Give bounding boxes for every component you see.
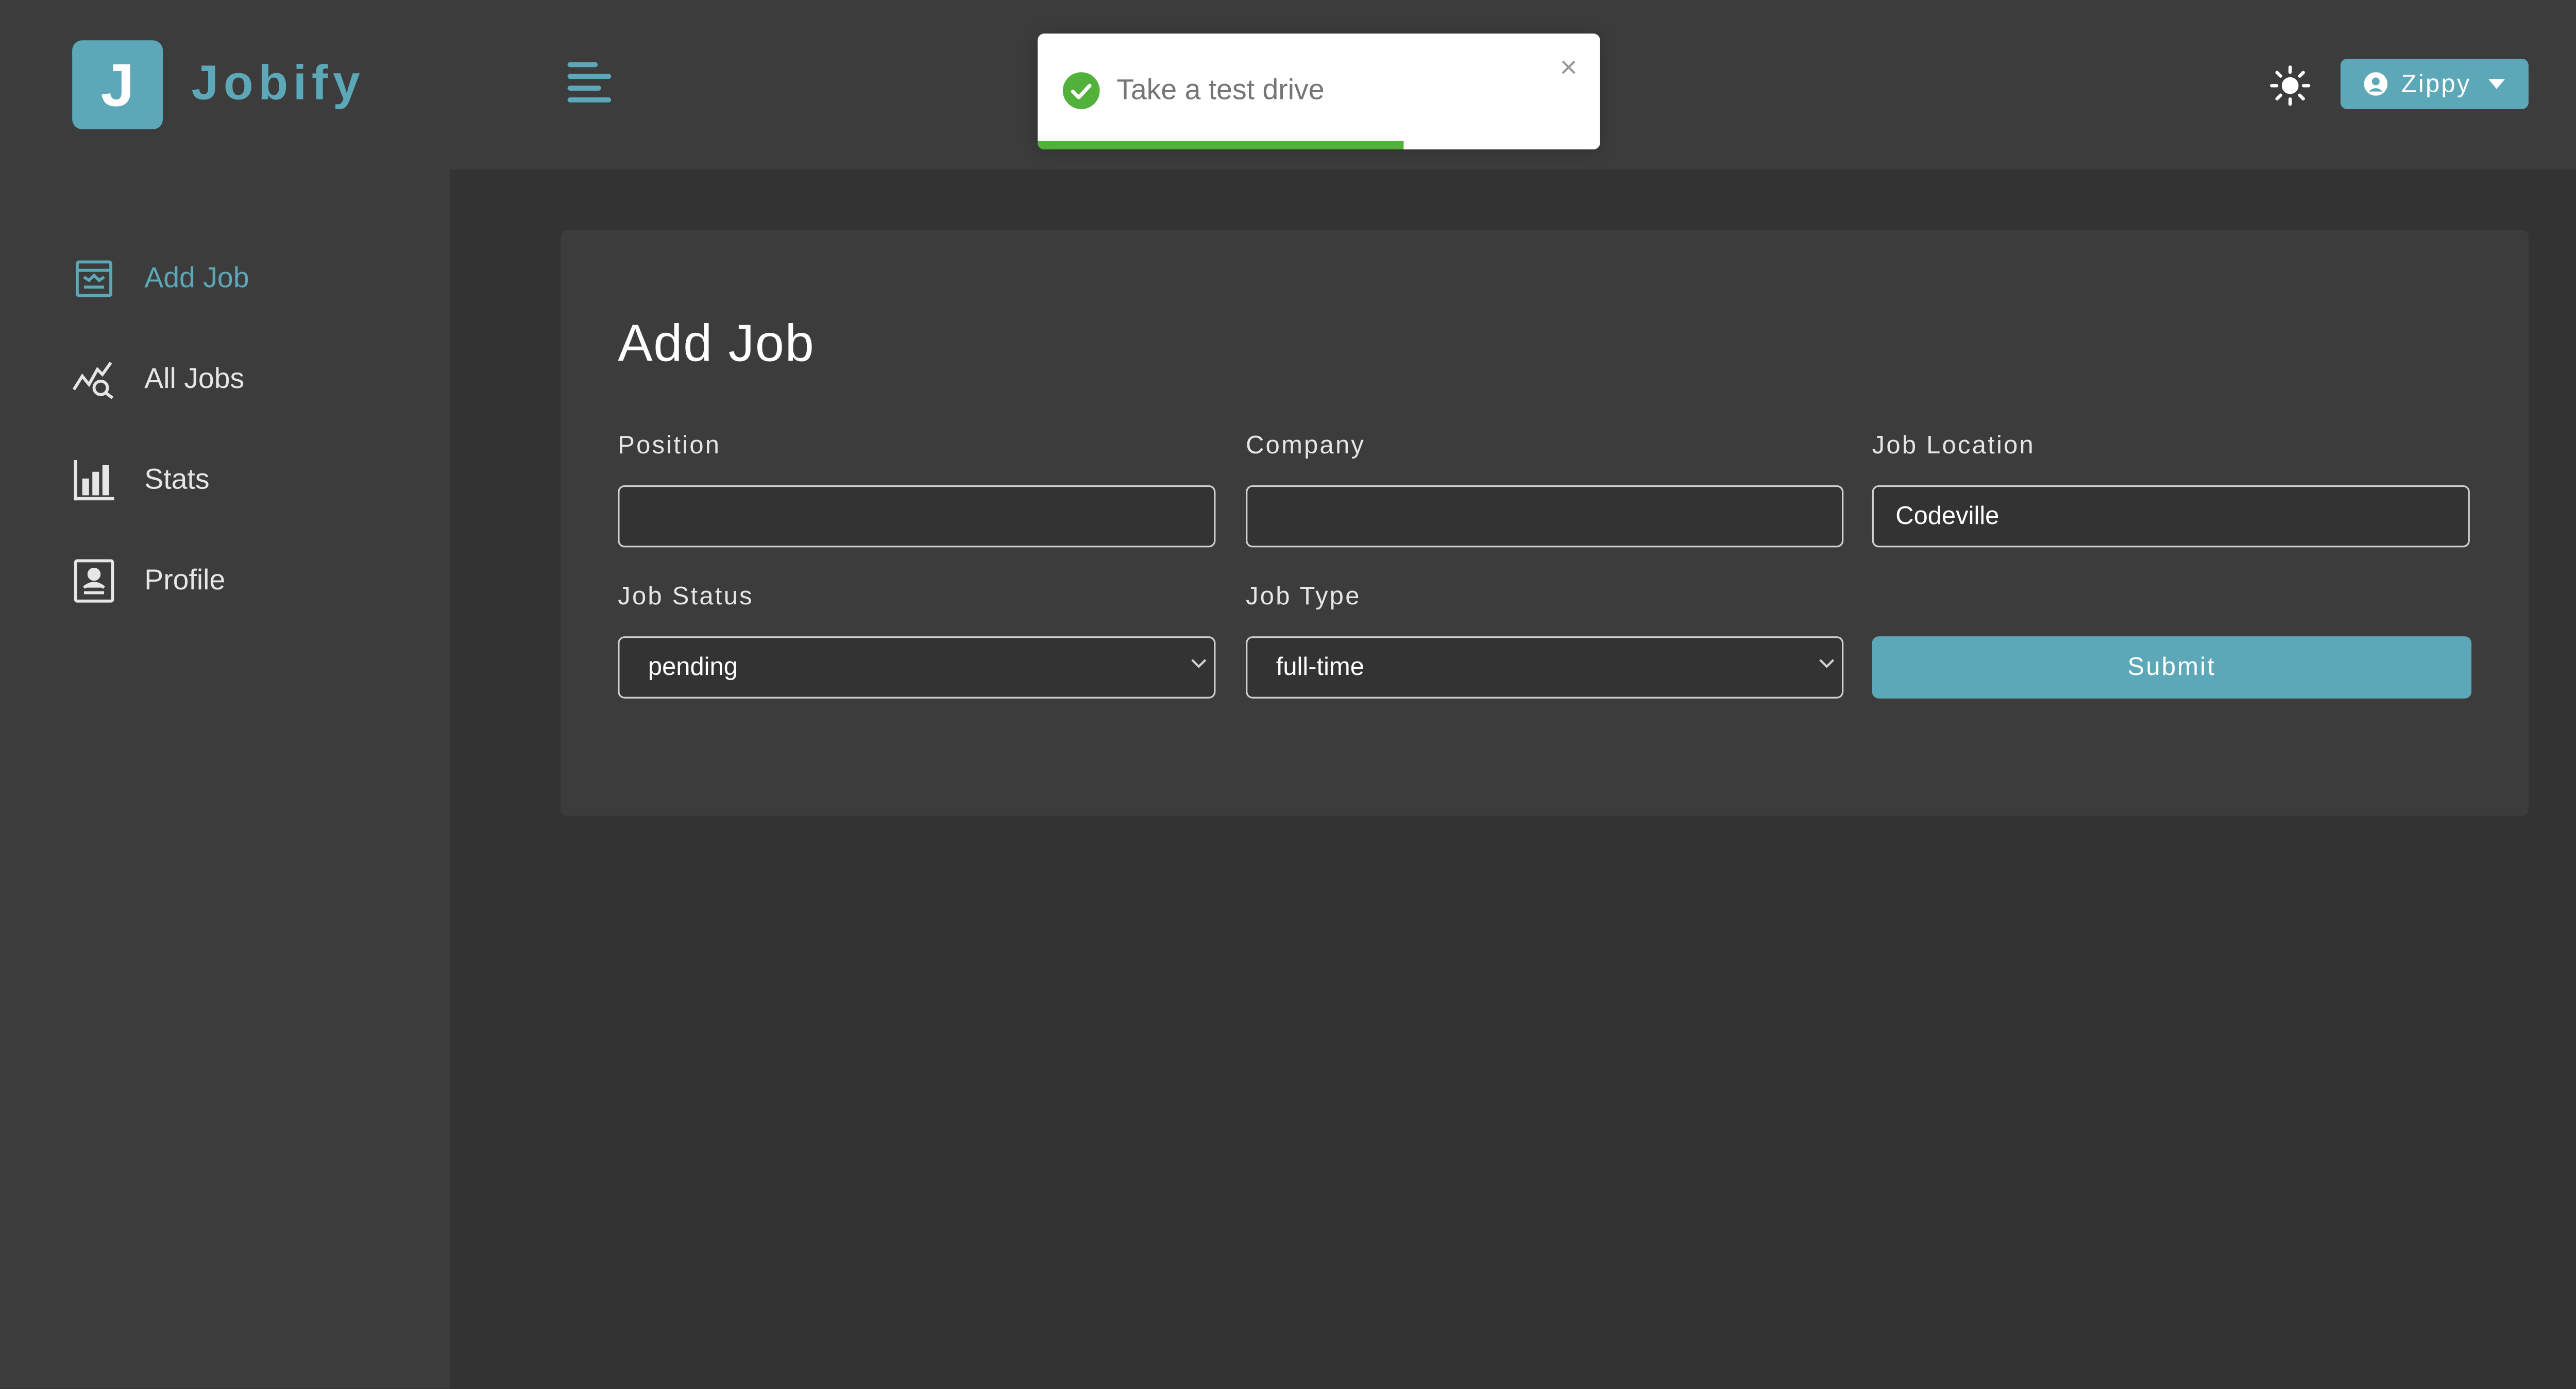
user-circle-icon (2364, 72, 2388, 96)
sidebar-item-stats[interactable]: Stats (72, 450, 249, 510)
job-type-value: full-time (1276, 653, 1364, 682)
sidebar-nav: Add Job All Jobs Stats Profile (72, 248, 249, 651)
user-menu-button[interactable]: Zippy (2340, 59, 2529, 109)
close-icon[interactable]: × (1560, 50, 1578, 86)
check-circle-icon (1062, 72, 1100, 109)
sidebar-item-label: Stats (144, 463, 210, 496)
job-type-label: Job Type (1246, 582, 1361, 612)
job-location-input[interactable] (1872, 485, 2470, 548)
sidebar-item-label: Add Job (144, 262, 249, 294)
caret-down-icon (2488, 79, 2505, 89)
stats-icon (72, 459, 116, 502)
sidebar-item-add-job[interactable]: Add Job (72, 248, 249, 309)
hamburger-icon[interactable] (564, 57, 615, 111)
sun-icon[interactable] (2267, 62, 2314, 109)
toast-message: Take a test drive (1116, 74, 1325, 106)
job-status-value: pending (648, 653, 738, 682)
add-job-form: Add Job Position Company Job Location Jo… (561, 230, 2529, 816)
job-status-label: Job Status (618, 582, 754, 612)
app-root: J Jobify Add Job All Jobs Stats Profile … (0, 0, 2576, 1389)
job-status-select[interactable]: pending (618, 636, 1216, 699)
chevron-down-icon (1818, 658, 1835, 670)
sidebar: J Jobify Add Job All Jobs Stats Profile (0, 0, 450, 1389)
logo-mark: J (72, 40, 163, 129)
logo-text: Jobify (191, 57, 365, 111)
company-label: Company (1246, 431, 1366, 460)
sidebar-item-label: All Jobs (144, 362, 245, 395)
toast-progress-bar (1038, 141, 1403, 150)
chevron-down-icon (1191, 658, 1208, 670)
user-name: Zippy (2401, 70, 2471, 98)
page-title: Add Job (618, 314, 815, 373)
profile-icon (72, 559, 116, 603)
position-label: Position (618, 431, 721, 460)
logo[interactable]: J Jobify (72, 40, 365, 129)
sidebar-item-profile[interactable]: Profile (72, 551, 249, 611)
add-job-icon (72, 257, 116, 301)
all-jobs-icon (72, 358, 116, 401)
sidebar-item-label: Profile (144, 564, 226, 596)
company-input[interactable] (1246, 485, 1844, 548)
job-type-select[interactable]: full-time (1246, 636, 1844, 699)
toast-notification: Take a test drive × (1038, 33, 1600, 150)
job-location-label: Job Location (1872, 431, 2036, 460)
sidebar-item-all-jobs[interactable]: All Jobs (72, 349, 249, 410)
position-input[interactable] (618, 485, 1216, 548)
submit-button[interactable]: Submit (1872, 636, 2472, 699)
